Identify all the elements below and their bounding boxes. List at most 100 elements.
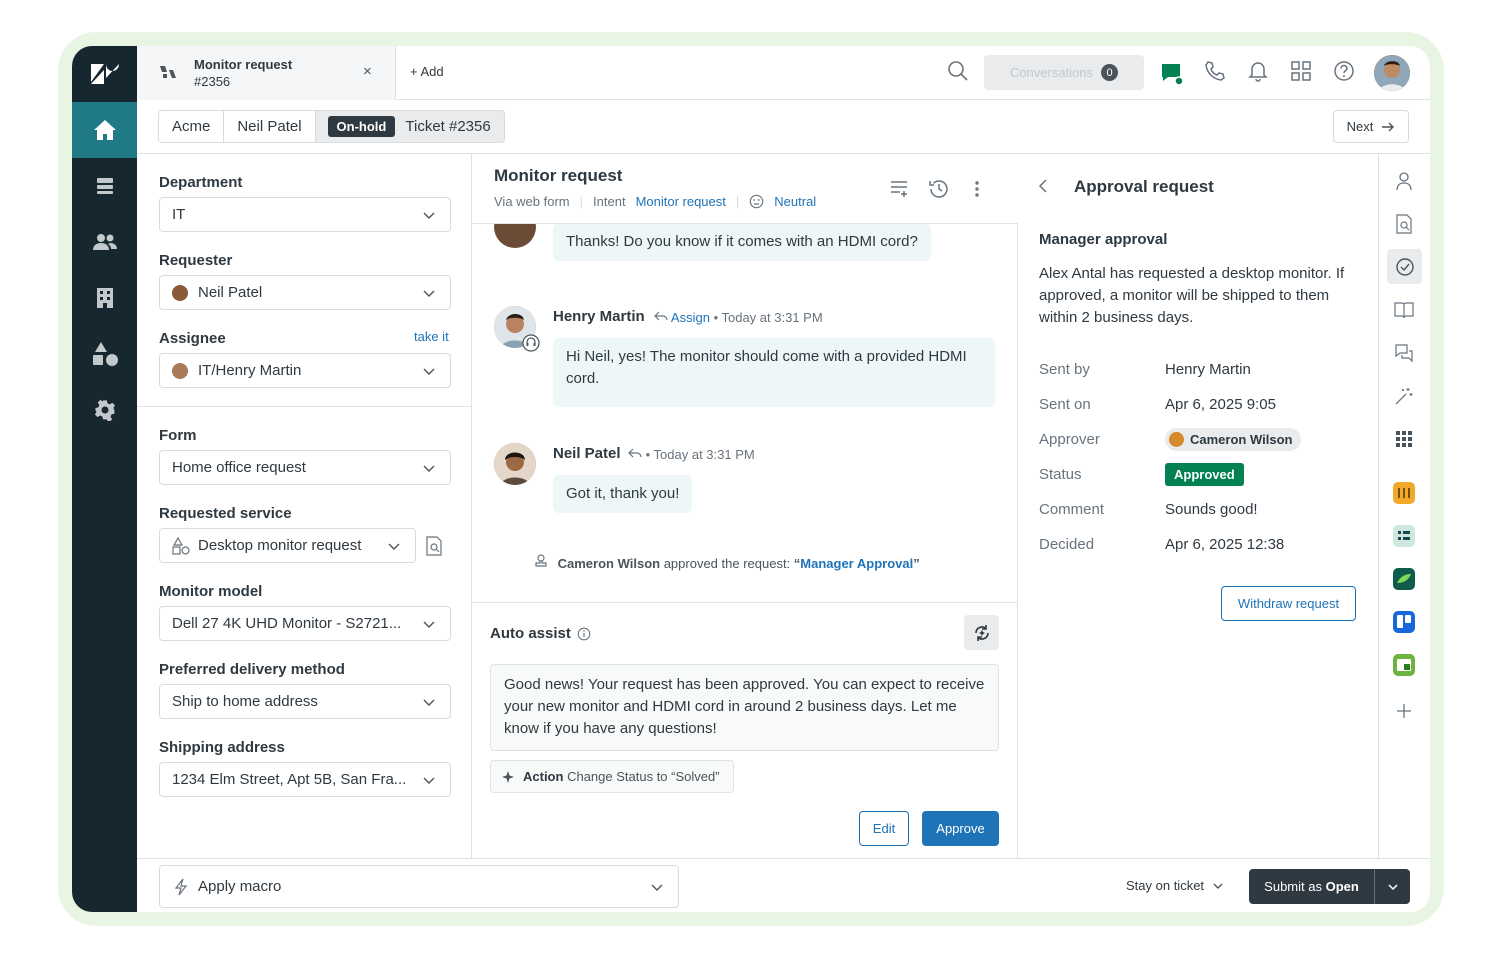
channel-label: Via web form xyxy=(494,194,570,209)
chevron-down-icon xyxy=(423,368,435,375)
user-profile-icon[interactable] xyxy=(1392,169,1416,193)
department-select[interactable]: IT xyxy=(159,197,451,232)
approve-button[interactable]: Approve xyxy=(922,811,999,846)
side-conversations-icon[interactable] xyxy=(1392,341,1416,365)
approver-chip[interactable]: Cameron Wilson xyxy=(1165,428,1302,451)
knowledge-search-icon[interactable] xyxy=(1392,212,1416,236)
back-chevron-icon[interactable] xyxy=(1038,179,1048,197)
neil-patel-avatar xyxy=(494,443,536,485)
action-label: Action xyxy=(523,769,564,784)
search-icon[interactable] xyxy=(947,60,969,86)
integration-app-green-icon[interactable] xyxy=(1393,654,1415,676)
chat-status-icon[interactable] xyxy=(1160,62,1184,90)
customers-icon[interactable] xyxy=(72,214,137,270)
message-time: • Today at 3:31 PM xyxy=(645,447,755,462)
integration-app-orange-icon[interactable] xyxy=(1393,482,1415,504)
form-label: Form xyxy=(159,427,197,444)
conversations-button[interactable]: Conversations 0 xyxy=(984,55,1144,90)
requester-select[interactable]: Neil Patel xyxy=(159,275,451,310)
sent-by-value: Henry Martin xyxy=(1165,361,1251,378)
chevron-down-icon xyxy=(388,543,400,550)
trello-icon[interactable] xyxy=(1393,611,1415,633)
submit-button[interactable]: Submit as Open xyxy=(1249,869,1410,904)
auto-assist-suggestion: Good news! Your request has been approve… xyxy=(490,664,999,751)
phone-icon[interactable] xyxy=(1204,60,1226,86)
organizations-icon[interactable] xyxy=(72,270,137,326)
status-label: Status xyxy=(1039,466,1082,483)
apps-icon[interactable] xyxy=(1392,427,1416,451)
add-app-plus-icon[interactable] xyxy=(1392,699,1416,723)
user-avatar[interactable] xyxy=(1374,55,1410,91)
shipping-address-select[interactable]: 1234 Elm Street, Apt 5B, San Fra... xyxy=(159,762,451,797)
submit-options-chevron-icon[interactable] xyxy=(1374,869,1410,904)
ticket-tab[interactable]: Monitor request #2356 × xyxy=(137,46,396,100)
shipping-address-label: Shipping address xyxy=(159,739,285,756)
conversations-count: 0 xyxy=(1101,64,1119,81)
filter-list-icon[interactable] xyxy=(890,180,910,202)
knowledge-book-icon[interactable] xyxy=(1392,298,1416,322)
ticket-footer: Apply macro Stay on ticket Submit as Ope… xyxy=(137,858,1430,912)
shipping-address-value: 1234 Elm Street, Apt 5B, San Fra... xyxy=(172,771,407,788)
assignee-avatar xyxy=(172,362,188,379)
ticket-properties-panel: Department IT Requester Neil Patel Assig… xyxy=(137,154,472,858)
apply-macro-select[interactable]: Apply macro xyxy=(159,865,679,908)
assignee-select[interactable]: IT/Henry Martin xyxy=(159,353,451,388)
chevron-down-icon xyxy=(423,465,435,472)
requester-avatar xyxy=(172,284,188,301)
next-button[interactable]: Next xyxy=(1333,110,1409,143)
add-tab-button[interactable]: + Add xyxy=(410,64,444,79)
zendesk-logo-icon[interactable] xyxy=(72,46,137,102)
history-icon[interactable] xyxy=(928,178,950,204)
monitor-model-select[interactable]: Dell 27 4K UHD Monitor - S2721... xyxy=(159,606,451,641)
intent-value[interactable]: Monitor request xyxy=(636,194,726,209)
info-icon[interactable] xyxy=(577,627,591,641)
breadcrumb-org[interactable]: Acme xyxy=(159,111,225,142)
message-bubble: Hi Neil, yes! The monitor should come wi… xyxy=(553,338,995,407)
message-time: • Today at 3:31 PM xyxy=(713,310,823,325)
message-meta: • Today at 3:31 PM xyxy=(628,447,755,462)
close-tab-icon[interactable]: × xyxy=(363,63,372,80)
admin-gear-icon[interactable] xyxy=(72,382,137,438)
requester-label: Requester xyxy=(159,252,233,269)
department-value: IT xyxy=(172,206,186,223)
home-icon[interactable] xyxy=(72,102,137,158)
integration-app-leaf-icon[interactable] xyxy=(1393,568,1415,590)
breadcrumb-ticket[interactable]: On-hold Ticket #2356 xyxy=(315,111,504,142)
take-it-link[interactable]: take it xyxy=(414,329,449,344)
delivery-method-select[interactable]: Ship to home address xyxy=(159,684,451,719)
objects-icon[interactable] xyxy=(72,326,137,382)
arrow-right-icon xyxy=(1382,122,1395,131)
stay-on-ticket-dropdown[interactable]: Stay on ticket xyxy=(1126,878,1224,893)
context-rail xyxy=(1379,154,1430,858)
service-preview-icon[interactable] xyxy=(425,536,443,560)
requested-service-select[interactable]: Desktop monitor request xyxy=(159,528,416,563)
suggested-action[interactable]: Action Change Status to “Solved” xyxy=(490,760,734,793)
approver-value: Cameron Wilson xyxy=(1190,432,1293,447)
approval-subtitle: Manager approval xyxy=(1039,231,1168,248)
withdraw-request-button[interactable]: Withdraw request xyxy=(1221,586,1356,621)
notifications-bell-icon[interactable] xyxy=(1247,60,1269,86)
requested-service-label: Requested service xyxy=(159,505,292,522)
approvals-check-icon[interactable] xyxy=(1387,249,1422,284)
integration-app-list-icon[interactable] xyxy=(1393,525,1415,547)
next-label: Next xyxy=(1346,119,1374,134)
magic-wand-icon[interactable] xyxy=(1392,384,1416,408)
ticket-number: Ticket #2356 xyxy=(405,118,491,135)
tab-title-line2: #2356 xyxy=(194,74,231,89)
apps-grid-icon[interactable] xyxy=(1290,60,1312,86)
submit-status: Open xyxy=(1325,879,1359,894)
message-bubble: Got it, thank you! xyxy=(553,475,693,513)
conversation-meta: Via web form | Intent Monitor request | … xyxy=(494,194,817,209)
help-icon[interactable] xyxy=(1333,60,1355,86)
views-icon[interactable] xyxy=(72,158,137,214)
edit-button[interactable]: Edit xyxy=(859,811,909,846)
more-options-icon[interactable] xyxy=(974,180,980,202)
submit-label: Submit as Open xyxy=(1249,879,1374,894)
department-label: Department xyxy=(159,174,243,191)
assign-link[interactable]: Assign xyxy=(671,310,710,325)
auto-assist-toggle-icon[interactable] xyxy=(964,615,999,650)
manager-approval-link[interactable]: Manager Approval xyxy=(800,556,913,571)
approver-label: Approver xyxy=(1039,431,1100,448)
breadcrumb-requester[interactable]: Neil Patel xyxy=(224,111,316,142)
form-select[interactable]: Home office request xyxy=(159,450,451,485)
